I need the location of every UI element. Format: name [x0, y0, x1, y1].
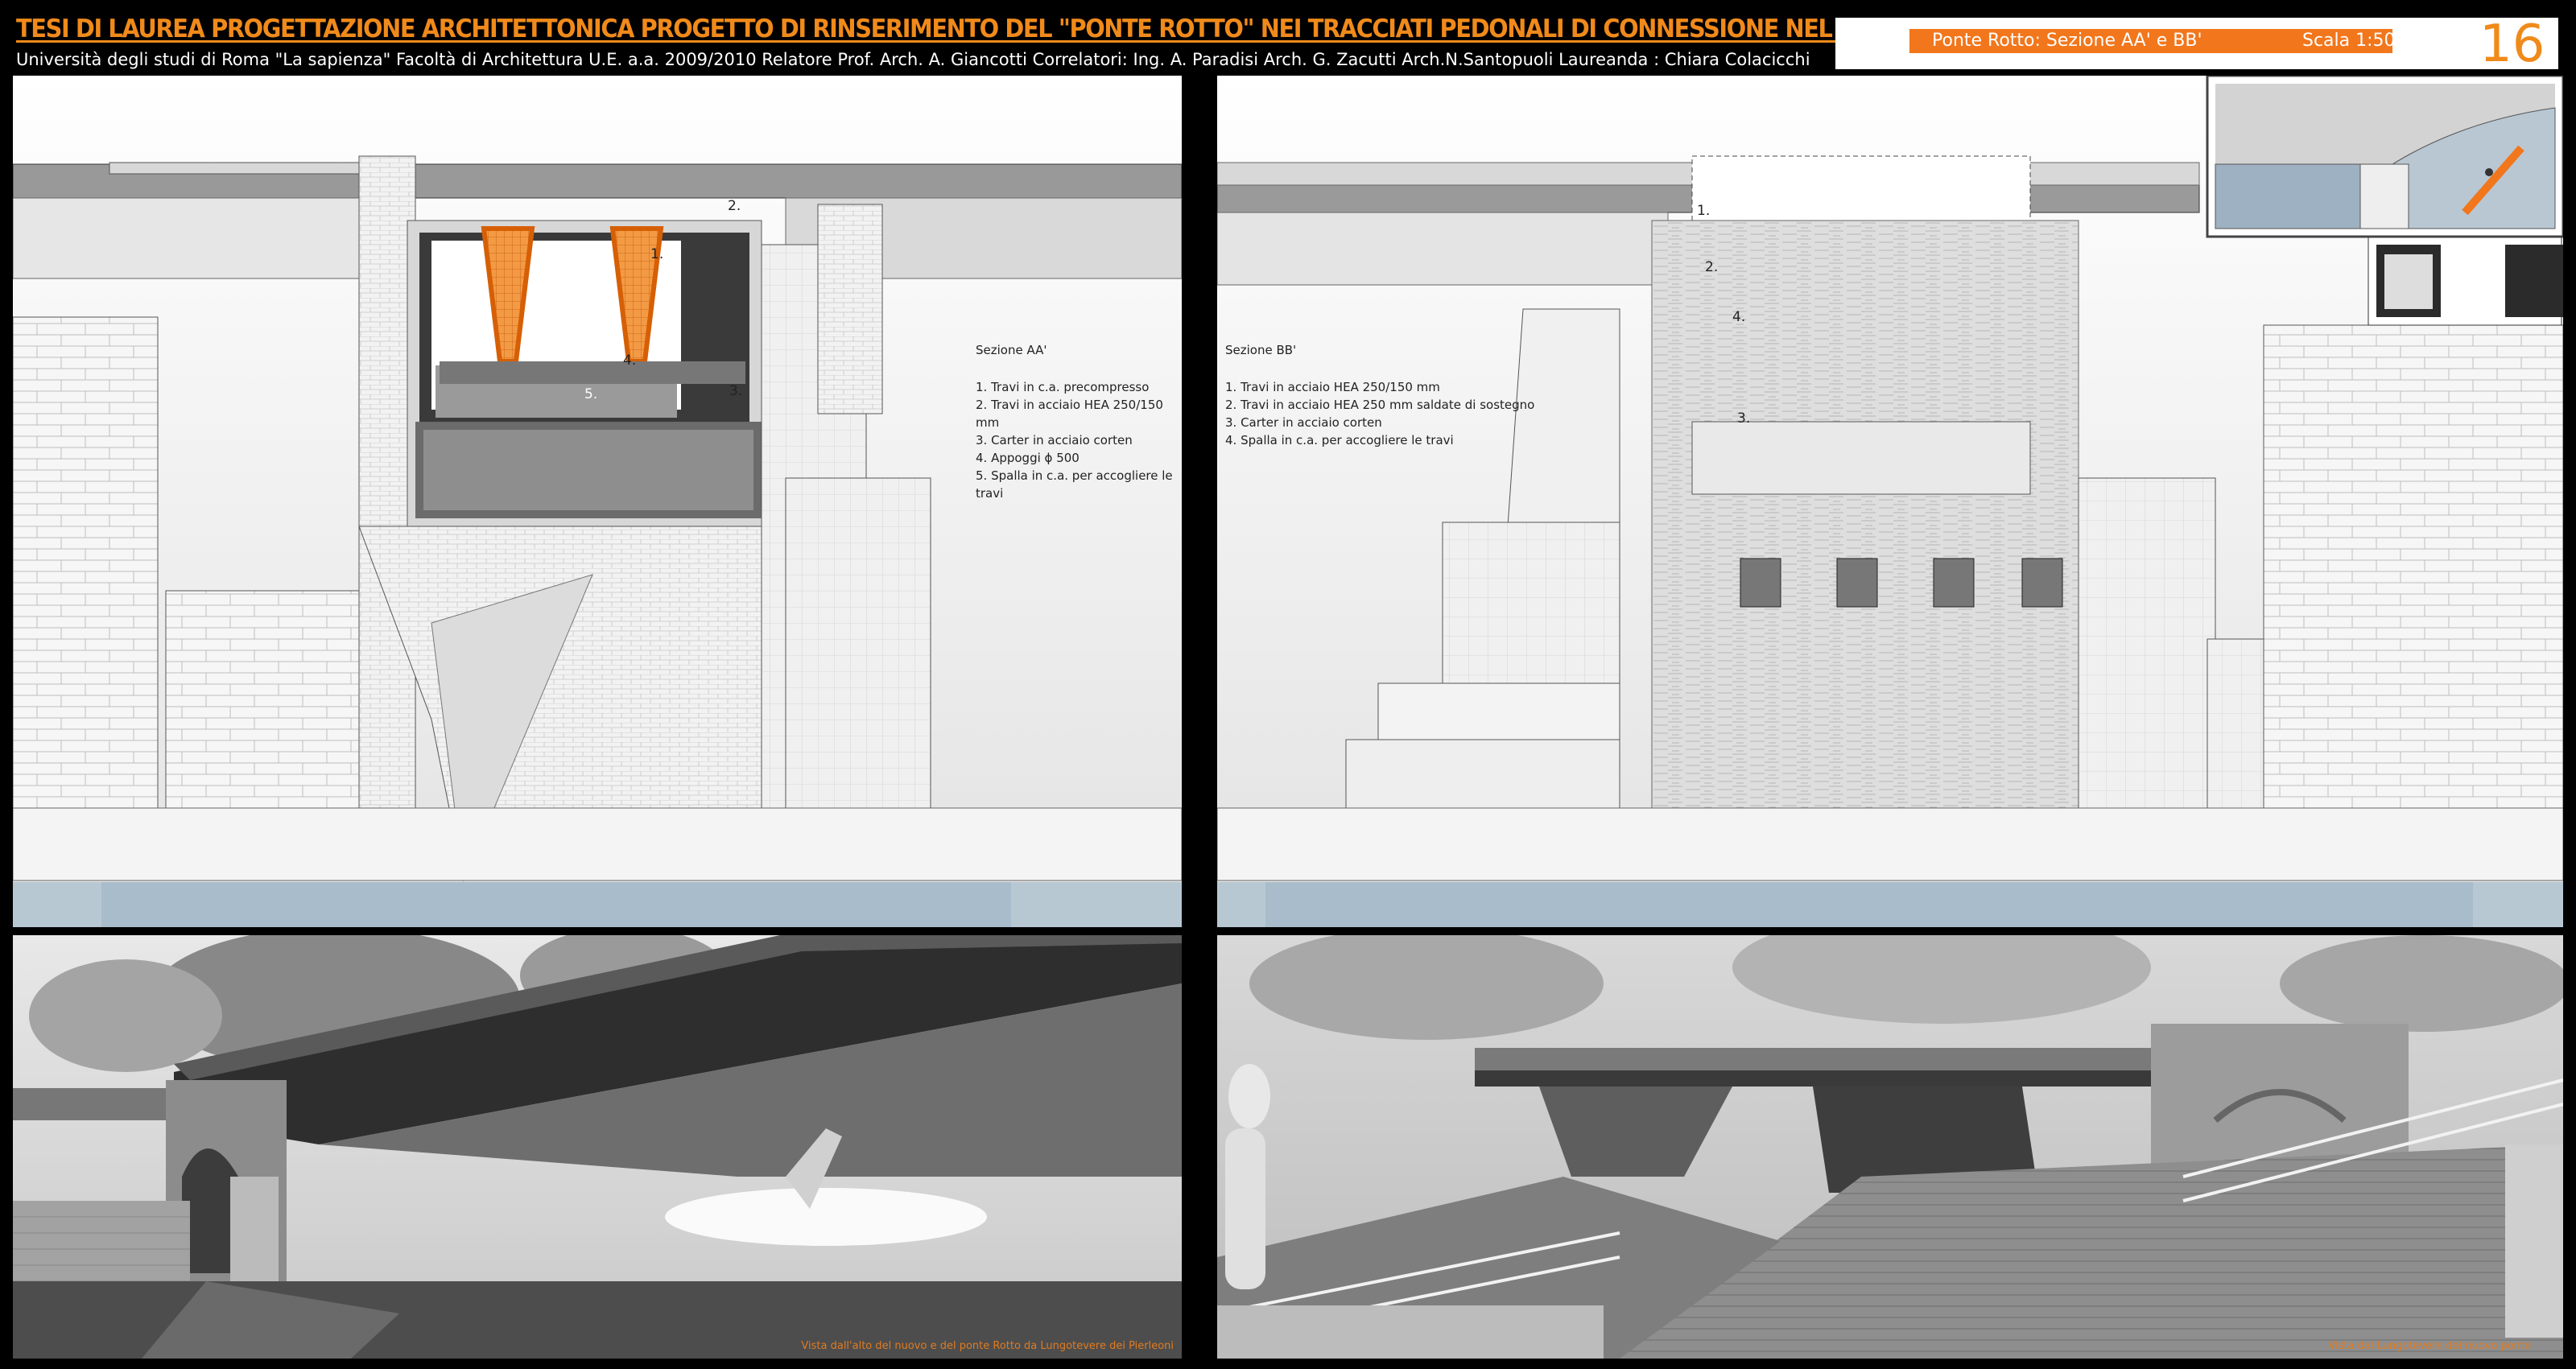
plate-number: 16 — [2479, 14, 2545, 74]
plate-label: Ponte Rotto: Sezione AA' e BB' — [1932, 31, 2202, 51]
marker-aa-1: 1. — [650, 246, 664, 262]
section-bb-title: Sezione BB' — [1225, 343, 1297, 357]
legend-aa-item-5: 5. Spalla in c.a. per accogliere le trav… — [976, 468, 1173, 501]
marker-aa-5: 5. — [584, 386, 598, 402]
marker-bb-3: 3. — [1737, 410, 1751, 427]
subtitle-bar: Università degli studi di Roma "La sapie… — [16, 50, 1810, 74]
section-aa-panel: 1. 2. 3. 4. 5. Sezione AA' 1. Travi in c… — [13, 76, 1182, 927]
marker-bb-1: 1. — [1697, 203, 1711, 219]
render-left-view: Vista dall'alto del nuovo e del ponte Ro… — [13, 935, 1182, 1359]
marker-bb-2: 2. — [1705, 259, 1719, 275]
legend-bb-item-2: 2. Travi in acciaio HEA 250 mm saldate d… — [1225, 398, 1535, 412]
title-bar: TESI DI LAUREA PROGETTAZIONE ARCHITETTON… — [16, 14, 2176, 47]
marker-aa-3: 3. — [729, 383, 743, 399]
marker-aa-4: 4. — [623, 353, 637, 369]
marker-aa-2: 2. — [728, 198, 741, 214]
section-bb-panel: 1. 2. 3. 4. Sezione BB' 1. Travi in acci… — [1217, 76, 2563, 927]
plate-scale: Scala 1:50 — [2302, 31, 2396, 51]
render-left-image — [13, 935, 1182, 1359]
render-right-image — [1217, 935, 2563, 1359]
render-right-view: Vista dal Lungotevere del nuovo ponte — [1217, 935, 2563, 1359]
thesis-credits: Università degli studi di Roma "La sapie… — [16, 50, 1810, 69]
legend-bb-item-4: 4. Spalla in c.a. per accogliere le trav… — [1225, 433, 1454, 447]
legend-aa-item-1: 1. Travi in c.a. precompresso — [976, 380, 1150, 394]
marker-bb-4: 4. — [1732, 309, 1746, 325]
section-aa-title: Sezione AA' — [976, 343, 1047, 357]
legend-aa-item-2: 2. Travi in acciaio HEA 250/150 mm — [976, 398, 1163, 430]
render-right-caption: Vista dal Lungotevere del nuovo ponte — [2328, 1340, 2531, 1352]
legend-bb-item-1: 1. Travi in acciaio HEA 250/150 mm — [1225, 380, 1440, 394]
render-left-caption: Vista dall'alto del nuovo e del ponte Ro… — [801, 1340, 1174, 1352]
legend-aa-item-3: 3. Carter in acciaio corten — [976, 433, 1133, 447]
section-bb-drawing — [1217, 76, 2563, 927]
legend-bb-item-3: 3. Carter in acciaio corten — [1225, 415, 1382, 430]
section-aa-legend: Sezione AA' 1. Travi in c.a. precompress… — [976, 341, 1182, 502]
legend-aa-item-4: 4. Appoggi ϕ 500 — [976, 451, 1080, 465]
section-bb-legend: Sezione BB' 1. Travi in acciaio HEA 250/… — [1225, 341, 1534, 449]
